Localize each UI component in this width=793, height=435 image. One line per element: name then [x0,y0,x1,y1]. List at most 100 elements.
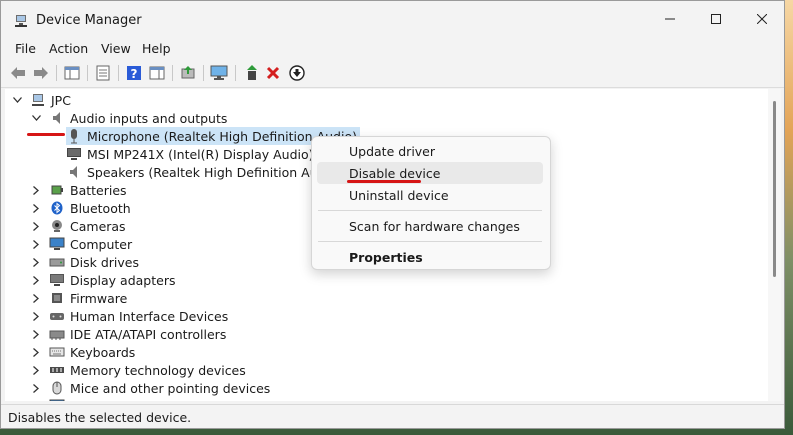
chevron-right-icon[interactable] [30,217,42,235]
help-icon: ? [127,66,141,81]
chevron-right-icon[interactable] [30,307,42,325]
category-label: IDE ATA/ATAPI controllers [70,326,227,342]
tree-category-display-adapters[interactable]: Display adapters [30,271,175,289]
keyboard-icon [49,344,65,360]
monitor-scan-icon [210,65,228,80]
speaker-icon [49,110,65,126]
maximize-button[interactable] [693,1,739,37]
category-label: Disk drives [70,254,139,270]
properties-button[interactable] [93,63,113,83]
tree-category-ide[interactable]: IDE ATA/ATAPI controllers [30,325,226,343]
tree-category-bluetooth[interactable]: Bluetooth [30,199,131,217]
vertical-scrollbar[interactable] [768,89,781,401]
toolbar: ? [1,59,784,88]
chevron-right-icon[interactable] [30,199,42,217]
category-label: Cameras [70,218,126,234]
properties-icon [96,65,110,81]
action-pane-button[interactable] [147,63,167,83]
show-hide-console-tree-icon [64,66,80,80]
menu-action[interactable]: Action [49,41,88,56]
svg-text:?: ? [131,67,138,81]
tree-category-computer[interactable]: Computer [30,235,132,253]
chevron-right-icon[interactable] [30,379,42,397]
menu-item-label: Update driver [349,144,436,159]
chevron-right-icon[interactable] [30,253,42,271]
chevron-right-icon[interactable] [30,325,42,343]
back-button[interactable] [8,63,28,83]
tree-category-audio[interactable]: Audio inputs and outputs [30,109,227,127]
mouse-icon [49,380,65,396]
forward-button[interactable] [31,63,51,83]
chevron-right-icon[interactable] [30,343,42,361]
chevron-right-icon[interactable] [30,235,42,253]
chevron-right-icon[interactable] [30,397,42,401]
tree-category-hid[interactable]: Human Interface Devices [30,307,228,325]
context-menu: Update driver Disable device Uninstall d… [311,136,551,270]
bluetooth-icon [49,200,65,216]
disable-device-button[interactable] [287,63,307,83]
chevron-down-icon[interactable] [30,109,42,127]
minimize-button[interactable] [647,1,693,37]
display-adapter-icon [49,272,65,288]
tree-root[interactable]: JPC [11,91,71,109]
enable-device-icon [247,65,257,80]
chevron-right-icon[interactable] [30,289,42,307]
chevron-right-icon[interactable] [30,181,42,199]
hid-icon [49,308,65,324]
menu-item-scan-hardware[interactable]: Scan for hardware changes [317,215,543,237]
back-arrow-icon [11,67,25,79]
uninstall-device-button[interactable] [263,63,283,83]
speaker-icon [66,164,82,180]
enable-device-button[interactable] [242,63,262,83]
memory-icon [49,362,65,378]
chevron-down-icon[interactable] [11,91,23,109]
tree-category-memory-tech[interactable]: Memory technology devices [30,361,246,379]
menu-separator [318,210,542,211]
menu-help[interactable]: Help [142,41,171,56]
category-label: Bluetooth [70,200,131,216]
category-label: Keyboards [70,344,136,360]
update-driver-icon [181,66,195,79]
help-button[interactable]: ? [124,63,144,83]
tree-device-label: Speakers (Realtek High Definition Audio) [87,164,342,180]
menu-item-update-driver[interactable]: Update driver [317,140,543,162]
category-label: Mice and other pointing devices [70,380,271,396]
menu-item-properties[interactable]: Properties [317,246,543,268]
tree-device-speakers[interactable]: Speakers (Realtek High Definition Audio) [66,163,342,181]
battery-icon [49,182,65,198]
monitor-icon [66,146,82,162]
update-driver-button[interactable] [178,63,198,83]
close-button[interactable] [739,1,784,37]
category-label: Display adapters [70,272,176,288]
category-label: Computer [70,236,133,252]
tree-category-cameras[interactable]: Cameras [30,217,126,235]
category-label: Human Interface Devices [70,308,229,324]
show-hide-console-tree-button[interactable] [62,63,82,83]
chevron-right-icon[interactable] [30,361,42,379]
scrollbar-thumb[interactable] [773,101,776,277]
category-label: Memory technology devices [70,362,246,378]
scan-hardware-button[interactable] [209,63,229,83]
tree-category-keyboards[interactable]: Keyboards [30,343,135,361]
category-label: Firmware [70,290,128,306]
computer-icon [30,92,46,108]
maximize-icon [711,14,721,24]
title-bar[interactable]: Device Manager [1,1,784,37]
tree-root-label: JPC [51,92,71,108]
computer-icon [49,236,65,252]
tree-category-disk-drives[interactable]: Disk drives [30,253,139,271]
tree-category-audio-label: Audio inputs and outputs [70,110,228,126]
tree-category-partial[interactable] [30,397,70,401]
menu-file[interactable]: File [15,41,36,56]
tree-category-batteries[interactable]: Batteries [30,181,127,199]
menu-view[interactable]: View [101,41,131,56]
tree-category-firmware[interactable]: Firmware [30,289,127,307]
chevron-right-icon[interactable] [30,271,42,289]
microphone-icon [66,128,82,144]
tree-device-display-audio[interactable]: MSI MP241X (Intel(R) Display Audio) [66,145,314,163]
disk-drive-icon [49,254,65,270]
category-label: Batteries [70,182,127,198]
menu-item-uninstall-device[interactable]: Uninstall device [317,184,543,206]
tree-category-mice[interactable]: Mice and other pointing devices [30,379,270,397]
forward-arrow-icon [34,67,48,79]
